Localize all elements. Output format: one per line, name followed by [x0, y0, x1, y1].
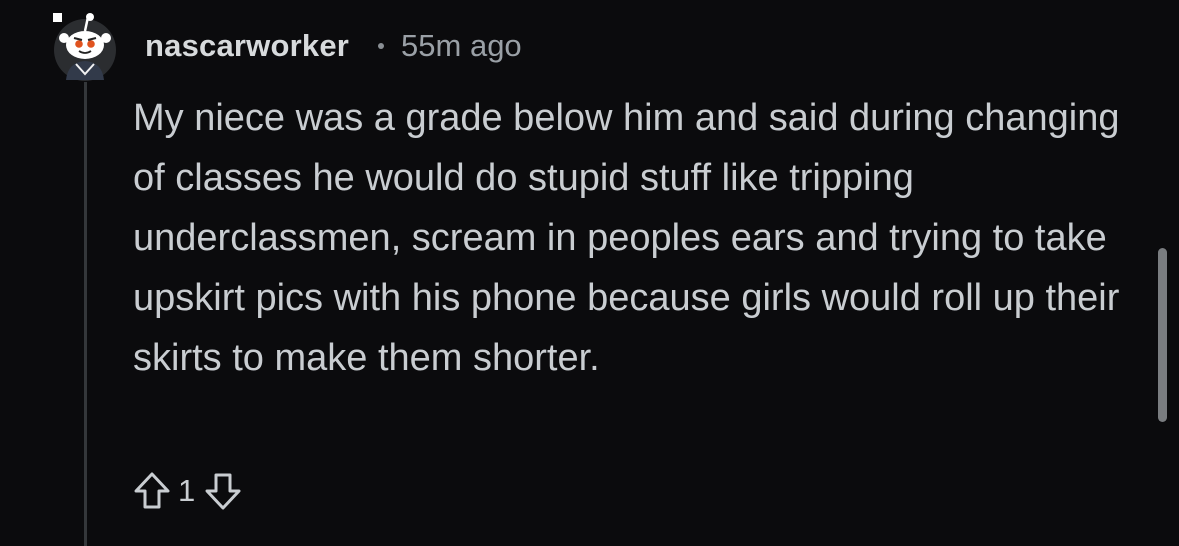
scrollbar-thumb[interactable]: [1158, 248, 1167, 422]
upvote-arrow-icon: [134, 472, 170, 509]
thread-line[interactable]: [84, 82, 87, 546]
snoo-avatar-icon: [53, 13, 116, 81]
user-avatar[interactable]: [48, 8, 120, 82]
separator-dot: [378, 43, 385, 49]
upvote-button[interactable]: [130, 469, 174, 513]
vote-controls: 1: [130, 466, 245, 516]
downvote-button[interactable]: [201, 469, 245, 513]
comment-header: nascarworker 55m ago: [145, 26, 522, 66]
vote-score: 1: [178, 473, 196, 508]
downvote-arrow-icon: [205, 473, 241, 510]
comment-timestamp: 55m ago: [401, 28, 522, 63]
comment-body: My niece was a grade below him and said …: [133, 97, 1120, 379]
comment-author[interactable]: nascarworker: [145, 28, 349, 64]
